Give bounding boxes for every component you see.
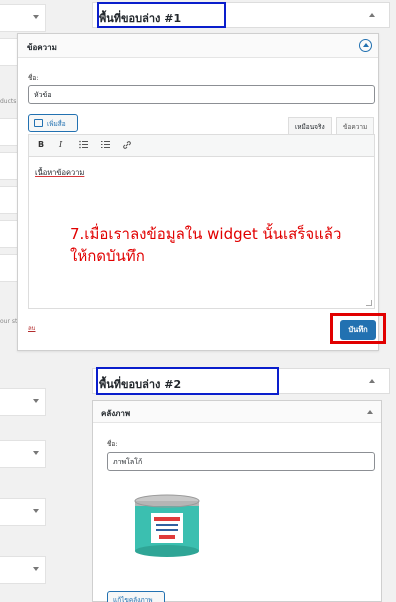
media-icon bbox=[34, 119, 43, 127]
title-field[interactable]: หัวข้อ bbox=[28, 85, 375, 104]
collapsed-widget[interactable] bbox=[0, 440, 46, 468]
chevron-down-icon bbox=[33, 15, 39, 19]
text-widget: ข้อความ ชื่อ: หัวข้อ เพิ่มสื่อ เหมือนจริ… bbox=[17, 33, 379, 351]
link-icon[interactable] bbox=[122, 140, 132, 152]
widget-title: คลังภาพ bbox=[101, 409, 131, 418]
widget-header[interactable]: ข้อความ bbox=[18, 34, 378, 58]
chevron-up-icon[interactable] bbox=[369, 379, 375, 383]
gallery-widget: คลังภาพ ชื่อ: ภาพโลโก้ แก้ไขคลังภาพ bbox=[92, 400, 382, 602]
truncated-label: our st bbox=[0, 318, 18, 325]
bullet-list-icon[interactable] bbox=[79, 140, 88, 151]
widget-title: ข้อความ bbox=[27, 43, 57, 52]
annotation-line: 7.เมื่อเราลงข้อมูลใน widget นั้นเสร็จแล้… bbox=[70, 225, 342, 243]
chevron-down-icon bbox=[33, 399, 39, 403]
chevron-up-icon[interactable] bbox=[367, 410, 373, 414]
highlight-box bbox=[97, 2, 226, 28]
add-media-label: เพิ่มสื่อ bbox=[47, 120, 66, 128]
highlight-box bbox=[96, 367, 279, 395]
collapsed-widget[interactable] bbox=[0, 388, 46, 416]
chevron-up-icon[interactable] bbox=[369, 13, 375, 17]
chevron-down-icon bbox=[33, 509, 39, 513]
gallery-image-thumbnail bbox=[134, 494, 200, 557]
truncated-label: ducts bbox=[0, 98, 17, 105]
italic-button[interactable]: I bbox=[59, 140, 62, 149]
add-media-button[interactable]: เพิ่มสื่อ bbox=[28, 114, 78, 132]
text-editor[interactable]: B I เนื้อหาข้อความ bbox=[28, 134, 375, 309]
bold-button[interactable]: B bbox=[38, 140, 44, 149]
chevron-down-icon bbox=[33, 451, 39, 455]
title-field-label: ชื่อ: bbox=[107, 440, 118, 448]
title-field[interactable]: ภาพโลโก้ bbox=[107, 452, 375, 471]
collapsed-widget[interactable] bbox=[0, 4, 46, 32]
delete-link[interactable]: ลบ bbox=[28, 323, 36, 333]
chevron-down-icon bbox=[33, 567, 39, 571]
annotation-line: ให้กดบันทึก bbox=[70, 247, 145, 265]
widget-header[interactable]: คลังภาพ bbox=[93, 401, 381, 423]
numbered-list-icon[interactable] bbox=[101, 140, 110, 151]
highlight-box bbox=[330, 313, 386, 344]
collapsed-widget[interactable] bbox=[0, 498, 46, 526]
edit-gallery-button[interactable]: แก้ไขคลังภาพ bbox=[107, 591, 165, 602]
collapse-toggle-icon[interactable] bbox=[359, 39, 372, 52]
title-field-label: ชื่อ: bbox=[28, 74, 39, 82]
resize-handle-icon[interactable] bbox=[366, 300, 372, 306]
editor-content: เนื้อหาข้อความ bbox=[35, 168, 85, 177]
instruction-annotation: 7.เมื่อเราลงข้อมูลใน widget นั้นเสร็จแล้… bbox=[70, 223, 396, 267]
tab-text[interactable]: ข้อความ bbox=[336, 117, 375, 134]
collapsed-widget[interactable] bbox=[0, 556, 46, 584]
editor-toolbar: B I bbox=[29, 135, 374, 157]
tab-visual[interactable]: เหมือนจริง bbox=[288, 117, 332, 134]
